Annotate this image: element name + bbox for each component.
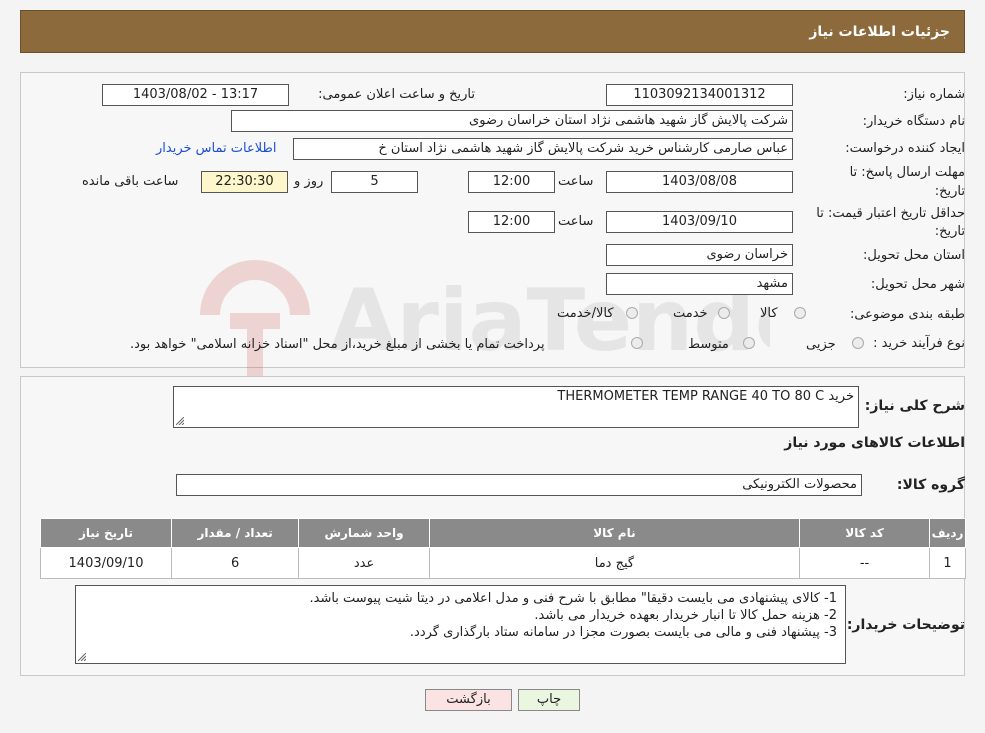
request-creator-field: عباس صارمی کارشناس خرید شرکت پالایش گاز … — [293, 138, 793, 160]
buyer-note-line: 2- هزینه حمل کالا تا انبار خریدار بعهده … — [534, 608, 837, 623]
announce-datetime-field: 1403/08/02 - 13:17 — [102, 84, 289, 106]
process-type-label: نوع فرآیند خرید : — [873, 336, 965, 351]
price-validity-time: 12:00 — [468, 211, 555, 233]
col-item-code: کد کالا — [799, 518, 931, 548]
category-label: طبقه بندی موضوعی: — [849, 307, 965, 322]
buyer-notes-label: توضیحات خریدار: — [846, 617, 965, 633]
category-goods-service-label: کالا/خدمت — [557, 306, 614, 321]
category-goods-radio[interactable] — [794, 307, 806, 319]
price-validity-label: حداقل تاریخ اعتبار قیمت: تا — [816, 206, 965, 221]
need-number-field: 1103092134001312 — [606, 84, 793, 106]
item-name-cell: گیج دما — [428, 547, 801, 579]
category-goods-label: کالا — [760, 306, 778, 321]
treasury-payment-checkbox[interactable] — [631, 337, 643, 349]
process-minor-label: جزیی — [806, 337, 836, 352]
col-row-number: ردیف — [929, 518, 966, 548]
process-medium-radio[interactable] — [743, 337, 755, 349]
process-minor-radio[interactable] — [852, 337, 864, 349]
resize-handle-icon[interactable] — [176, 417, 184, 425]
request-creator-label: ایجاد کننده درخواست: — [845, 141, 965, 156]
col-need-date: تاریخ نیاز — [39, 518, 173, 548]
deadline-time-label: ساعت — [558, 174, 594, 189]
print-button[interactable]: چاپ — [518, 689, 580, 711]
resize-handle-icon[interactable] — [78, 653, 86, 661]
delivery-province-label: استان محل تحویل: — [863, 248, 965, 263]
days-label: روز و — [294, 174, 324, 189]
goods-table: ردیف کد کالا نام کالا واحد شمارش تعداد /… — [39, 518, 966, 579]
col-item-name: نام کالا — [428, 518, 801, 548]
goods-info-title: اطلاعات کالاهای مورد نیاز — [784, 435, 965, 451]
need-summary-label: شرح کلی نیاز: — [864, 398, 965, 414]
price-validity-date: 1403/09/10 — [606, 211, 793, 233]
response-deadline-label: مهلت ارسال پاسخ: تا — [849, 165, 965, 180]
delivery-city-label: شهر محل تحویل: — [870, 277, 965, 292]
col-unit: واحد شمارش — [298, 518, 430, 548]
goods-group-label: گروه کالا: — [896, 477, 965, 493]
need-date-cell: 1403/09/10 — [39, 547, 173, 579]
page-header: جزئیات اطلاعات نیاز — [20, 10, 965, 53]
remaining-time-label: ساعت باقی مانده — [82, 174, 179, 189]
goods-group-field: محصولات الکترونیکی — [176, 474, 862, 496]
remaining-time-field: 22:30:30 — [201, 171, 288, 193]
response-deadline-label-2: تاریخ: — [934, 184, 965, 199]
quantity-cell: 6 — [171, 547, 300, 579]
buyer-note-line: 3- پیشنهاد فنی و مالی می بایست بصورت مجز… — [409, 625, 837, 640]
price-validity-label-2: تاریخ: — [934, 224, 965, 239]
need-number-label: شماره نیاز: — [903, 87, 965, 102]
delivery-province-field: خراسان رضوی — [606, 244, 793, 266]
buyer-note-line: 1- کالای پیشنهادی می بایست دقیقا" مطابق … — [309, 591, 837, 606]
page-title: جزئیات اطلاعات نیاز — [809, 24, 950, 40]
buyer-org-label: نام دستگاه خریدار: — [862, 114, 965, 129]
table-row: 1 -- گیج دما عدد 6 1403/09/10 — [39, 547, 966, 579]
category-service-radio[interactable] — [718, 307, 730, 319]
validity-time-label: ساعت — [558, 214, 594, 229]
buyer-contact-link[interactable]: اطلاعات تماس خریدار — [156, 141, 276, 156]
treasury-payment-note: پرداخت تمام یا بخشی از مبلغ خرید،از محل … — [130, 337, 545, 352]
need-summary-field: خرید THERMOMETER TEMP RANGE 40 TO 80 C — [173, 386, 859, 428]
need-summary-text: خرید THERMOMETER TEMP RANGE 40 TO 80 C — [557, 389, 854, 404]
delivery-city-field: مشهد — [606, 273, 793, 295]
remaining-days-field: 5 — [331, 171, 418, 193]
response-deadline-date: 1403/08/08 — [606, 171, 793, 193]
buyer-org-field: شرکت پالایش گاز شهید هاشمی نژاد استان خر… — [231, 110, 793, 132]
row-number-cell: 1 — [929, 547, 966, 579]
process-medium-label: متوسط — [688, 337, 729, 352]
col-quantity: تعداد / مقدار — [171, 518, 300, 548]
back-button[interactable]: بازگشت — [425, 689, 512, 711]
goods-table-header: ردیف کد کالا نام کالا واحد شمارش تعداد /… — [39, 518, 966, 548]
unit-cell: عدد — [298, 547, 430, 579]
buyer-notes-field: 1- کالای پیشنهادی می بایست دقیقا" مطابق … — [75, 585, 846, 664]
category-goods-service-radio[interactable] — [626, 307, 638, 319]
category-service-label: خدمت — [673, 306, 708, 321]
response-deadline-time: 12:00 — [468, 171, 555, 193]
item-code-cell: -- — [799, 547, 931, 579]
announce-datetime-label: تاریخ و ساعت اعلان عمومی: — [318, 87, 475, 102]
